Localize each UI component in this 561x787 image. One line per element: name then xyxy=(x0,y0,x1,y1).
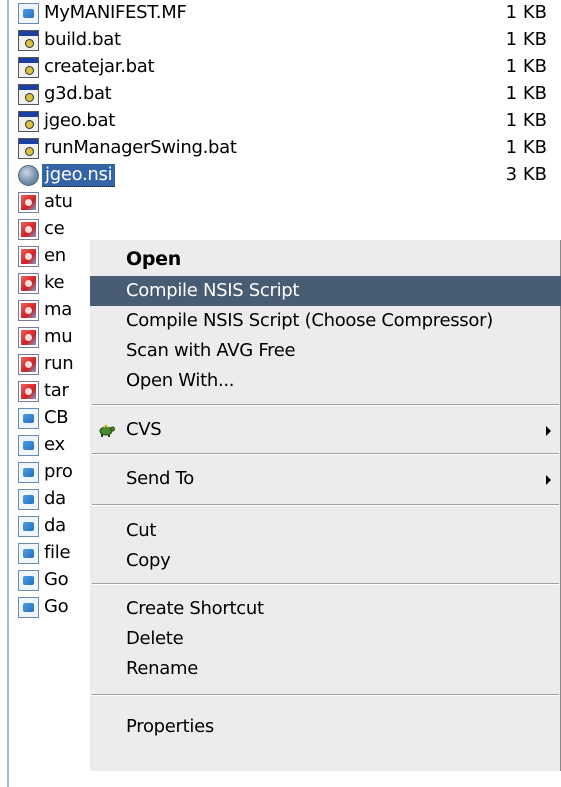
image-file-icon xyxy=(18,327,39,348)
file-row-createjar-bat[interactable]: createjar.bat 1 KB xyxy=(14,54,559,80)
menu-separator xyxy=(92,504,559,506)
menu-item-label: Create Shortcut xyxy=(126,598,264,619)
file-name: ke xyxy=(44,272,65,293)
batch-file-icon xyxy=(18,84,39,105)
menu-item-cvs[interactable]: CVS xyxy=(90,415,561,445)
menu-item-cut[interactable]: Cut xyxy=(90,516,561,546)
file-size: 1 KB xyxy=(505,137,547,158)
menu-item-label: Copy xyxy=(126,550,171,571)
file-row-runmanagerswing-bat[interactable]: runManagerSwing.bat 1 KB xyxy=(14,135,559,161)
menu-item-copy[interactable]: Copy xyxy=(90,546,561,576)
menu-item-label: Scan with AVG Free xyxy=(126,340,296,361)
file-name: file xyxy=(44,542,71,563)
image-file-icon xyxy=(18,273,39,294)
file-row-jgeo-nsi[interactable]: jgeo.nsi 3 KB xyxy=(14,162,559,188)
nsis-script-icon xyxy=(18,165,39,186)
menu-item-label: Cut xyxy=(126,520,157,541)
file-name: build.bat xyxy=(44,29,121,50)
tortoise-cvs-icon xyxy=(99,423,115,437)
menu-item-label: Rename xyxy=(126,658,199,679)
document-icon xyxy=(18,516,39,537)
file-name: ce xyxy=(44,218,65,239)
image-file-icon xyxy=(18,192,39,213)
file-name: da xyxy=(44,488,66,509)
image-file-icon xyxy=(18,219,39,240)
menu-item-scan-with-avg[interactable]: Scan with AVG Free xyxy=(90,336,561,366)
menu-item-send-to[interactable]: Send To xyxy=(90,464,561,494)
file-row-mymanifest-mf[interactable]: MyMANIFEST.MF 1 KB xyxy=(14,0,559,26)
file-name: ma xyxy=(44,299,72,320)
file-name: jgeo.nsi xyxy=(42,164,116,187)
file-name: Go xyxy=(44,596,69,617)
image-file-icon xyxy=(18,300,39,321)
submenu-arrow-icon xyxy=(546,475,551,485)
context-menu: Open Compile NSIS Script Compile NSIS Sc… xyxy=(88,238,561,771)
menu-separator xyxy=(92,694,559,696)
menu-item-compile-nsis-choose-compressor[interactable]: Compile NSIS Script (Choose Compressor) xyxy=(90,306,561,336)
explorer-window: MyMANIFEST.MF 1 KB build.bat 1 KB create… xyxy=(0,0,561,787)
batch-file-icon xyxy=(18,138,39,159)
document-icon xyxy=(18,489,39,510)
file-row-jgeo-bat[interactable]: jgeo.bat 1 KB xyxy=(14,108,559,134)
file-row-build-bat[interactable]: build.bat 1 KB xyxy=(14,27,559,53)
folder-pane-edge xyxy=(0,0,9,787)
menu-item-properties[interactable]: Properties xyxy=(90,712,561,742)
menu-item-label: Properties xyxy=(126,716,214,737)
document-icon xyxy=(18,597,39,618)
menu-item-label: Send To xyxy=(126,468,194,489)
file-size: 1 KB xyxy=(505,29,547,50)
file-size: 1 KB xyxy=(505,110,547,131)
submenu-arrow-icon xyxy=(546,426,551,436)
file-name: mu xyxy=(44,326,73,347)
menu-item-rename[interactable]: Rename xyxy=(90,654,561,684)
file-row-g3d-bat[interactable]: g3d.bat 1 KB xyxy=(14,81,559,107)
menu-item-label: Compile NSIS Script xyxy=(126,280,300,301)
menu-item-open-with[interactable]: Open With... xyxy=(90,366,561,396)
document-icon xyxy=(18,435,39,456)
file-name: en xyxy=(44,245,66,266)
menu-separator xyxy=(92,404,559,406)
file-size: 1 KB xyxy=(505,2,547,23)
file-name: createjar.bat xyxy=(44,56,155,77)
menu-item-open[interactable]: Open xyxy=(90,244,561,274)
batch-file-icon xyxy=(18,30,39,51)
document-icon xyxy=(18,570,39,591)
file-name: tar xyxy=(44,380,69,401)
file-size: 1 KB xyxy=(505,83,547,104)
batch-file-icon xyxy=(18,57,39,78)
menu-item-create-shortcut[interactable]: Create Shortcut xyxy=(90,594,561,624)
menu-separator xyxy=(92,453,559,455)
image-file-icon xyxy=(18,381,39,402)
batch-file-icon xyxy=(18,111,39,132)
menu-item-label: Open With... xyxy=(126,370,235,391)
file-row-image[interactable]: atu xyxy=(14,189,559,215)
file-name: CB xyxy=(44,407,69,428)
file-name: atu xyxy=(44,191,73,212)
image-file-icon xyxy=(18,246,39,267)
document-icon xyxy=(18,408,39,429)
file-name: jgeo.bat xyxy=(44,110,116,131)
document-icon xyxy=(18,462,39,483)
file-name: MyMANIFEST.MF xyxy=(44,2,187,23)
file-name: run xyxy=(44,353,74,374)
file-size: 1 KB xyxy=(505,56,547,77)
menu-item-compile-nsis-script[interactable]: Compile NSIS Script xyxy=(90,276,561,306)
menu-separator xyxy=(92,583,559,585)
document-icon xyxy=(18,543,39,564)
file-name: da xyxy=(44,515,66,536)
file-size: 3 KB xyxy=(505,164,547,185)
menu-item-label: Delete xyxy=(126,628,184,649)
file-name: g3d.bat xyxy=(44,83,112,104)
file-name: ex xyxy=(44,434,65,455)
file-name: runManagerSwing.bat xyxy=(44,137,237,158)
document-icon xyxy=(18,3,39,24)
menu-item-label: CVS xyxy=(126,419,162,440)
menu-item-delete[interactable]: Delete xyxy=(90,624,561,654)
image-file-icon xyxy=(18,354,39,375)
file-name: pro xyxy=(44,461,73,482)
menu-item-label: Compile NSIS Script (Choose Compressor) xyxy=(126,310,493,331)
file-name: Go xyxy=(44,569,69,590)
menu-item-label: Open xyxy=(126,248,181,270)
